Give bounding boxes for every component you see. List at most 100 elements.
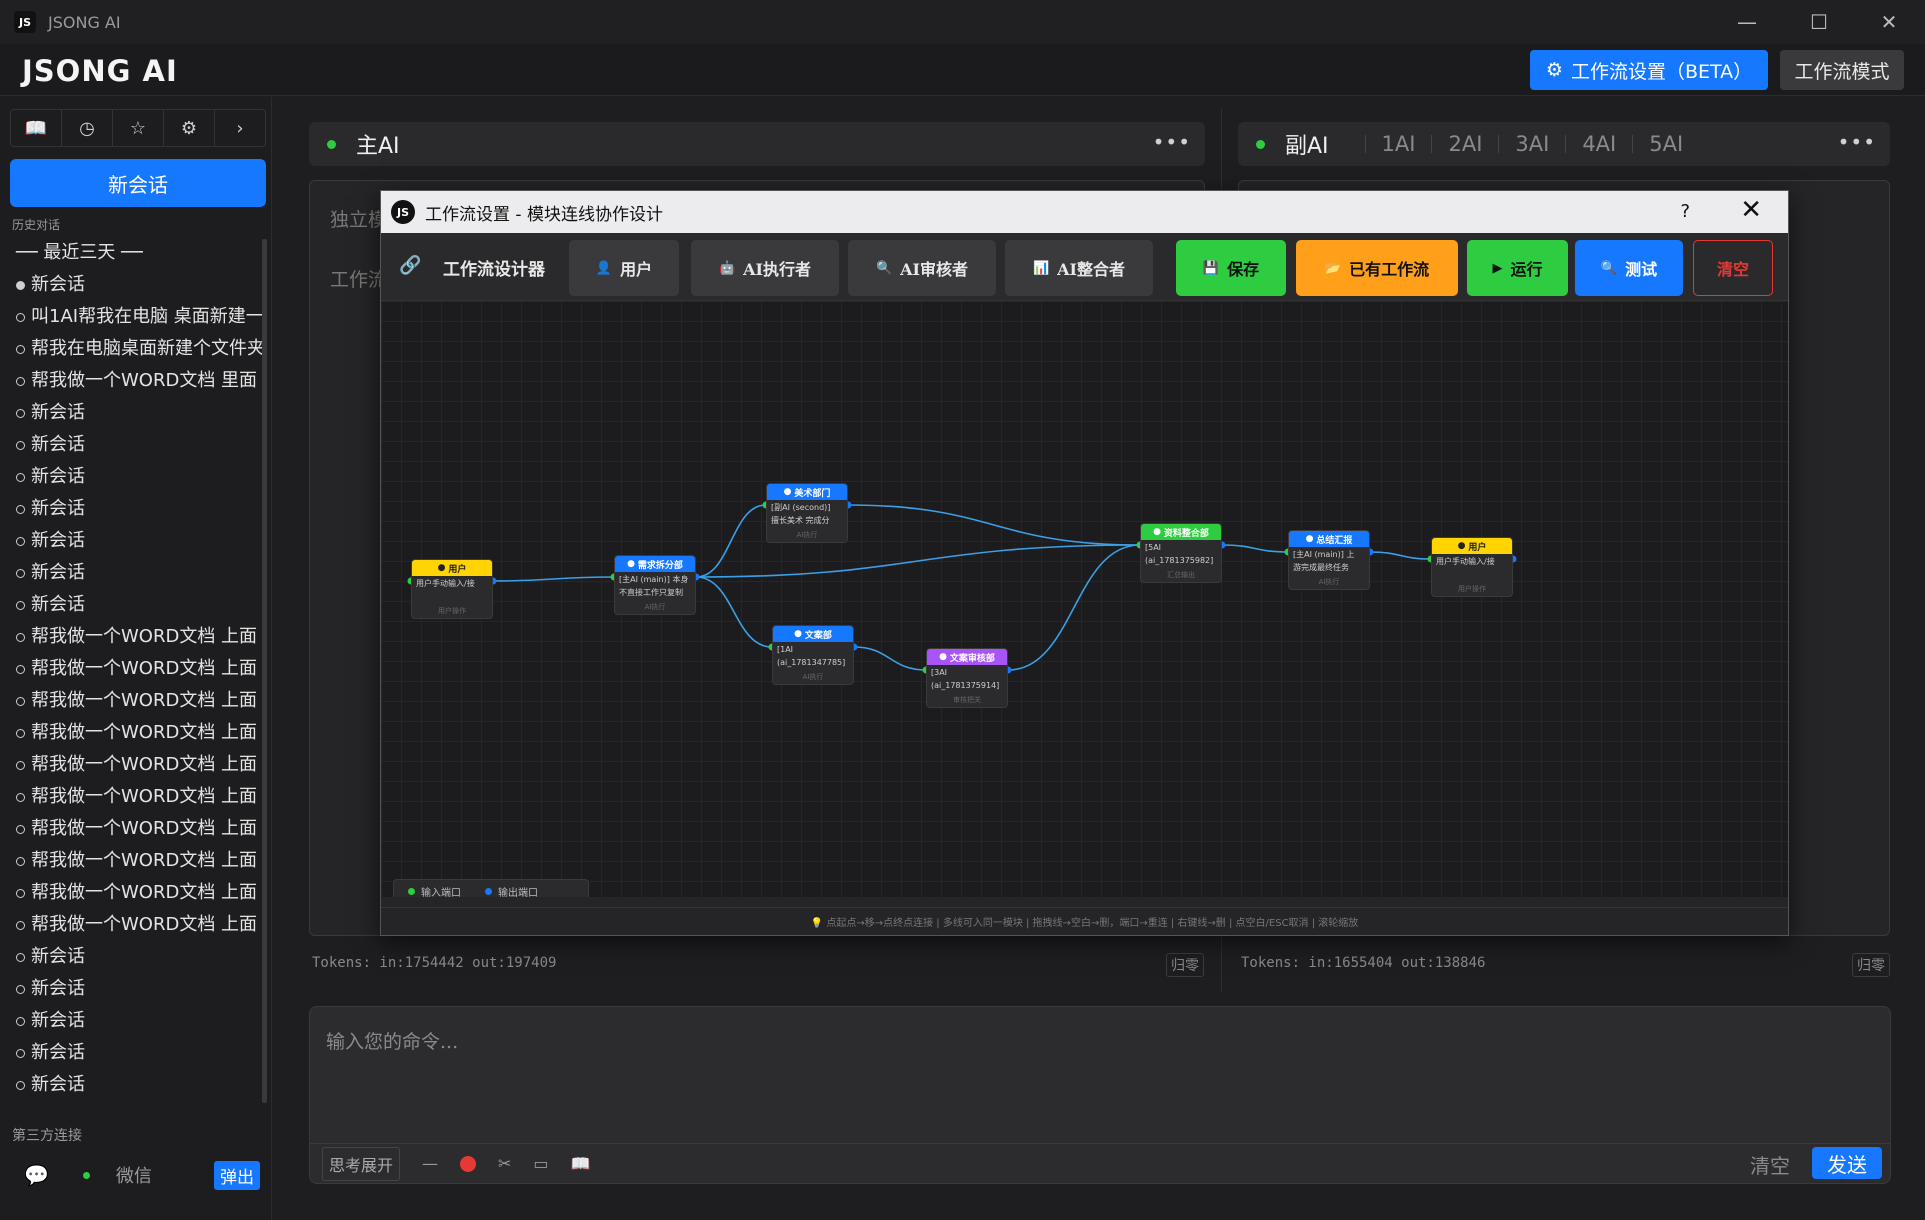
- existing-workflows-button[interactable]: 📂 已有工作流: [1296, 240, 1458, 296]
- workflow-node[interactable]: ● 总结汇报 [主AI (main)] 上游完成最终任务 AI执行: [1288, 530, 1370, 590]
- test-button[interactable]: 🔍 测试: [1575, 240, 1683, 296]
- status-dot: [1256, 139, 1265, 149]
- connection-line[interactable]: [492, 576, 615, 582]
- workflow-node[interactable]: ● 文案审核部 [3AI (ai_1781375914] 审核把关: [926, 648, 1008, 708]
- history-item[interactable]: 新会话: [10, 1037, 262, 1069]
- history-item[interactable]: 帮我做一个WORD文档 上面: [10, 749, 262, 781]
- link-icon: 🔗: [399, 255, 422, 276]
- history-item[interactable]: 帮我做一个WORD文档 上面: [10, 877, 262, 909]
- clear-canvas-button[interactable]: 清空: [1693, 240, 1773, 296]
- connection-line[interactable]: [1369, 551, 1432, 560]
- connection-line[interactable]: [695, 576, 773, 648]
- workflow-node[interactable]: ● 需求拆分部 [主AI (main)] 本身 不直接工作只复制 AI执行: [614, 555, 696, 615]
- add-reviewer-button[interactable]: 🔍 AI审核者: [848, 240, 996, 296]
- more-icon[interactable]: •••: [1838, 130, 1876, 154]
- record-icon[interactable]: [460, 1155, 477, 1172]
- command-input[interactable]: 输入您的命令...: [326, 1027, 458, 1054]
- history-item[interactable]: 新会话: [10, 461, 262, 493]
- popout-button[interactable]: 弹出: [214, 1160, 260, 1190]
- history-item[interactable]: 帮我做一个WORD文档 上面: [10, 653, 262, 685]
- star-icon[interactable]: ☆: [113, 110, 164, 146]
- node-body-2: [1432, 569, 1512, 571]
- add-integrator-button[interactable]: 📊 AI整合者: [1005, 240, 1153, 296]
- history-scrollbar[interactable]: [262, 239, 267, 1103]
- book-icon[interactable]: 📖: [571, 1154, 591, 1173]
- history-item[interactable]: 叫1AI帮我在电脑 桌面新建一: [10, 301, 262, 333]
- history-item-label: 新会话: [31, 562, 85, 583]
- book-icon[interactable]: 📖: [11, 110, 62, 146]
- history-item[interactable]: 帮我做一个WORD文档 上面: [10, 717, 262, 749]
- sub-ai-reset-button[interactable]: 归零: [1852, 953, 1890, 977]
- history-item[interactable]: 帮我做一个WORD文档 里面: [10, 365, 262, 397]
- save-button[interactable]: 💾 保存: [1176, 240, 1286, 296]
- connection-line[interactable]: [847, 504, 1141, 546]
- node-body: [主AI (main)] 上: [1293, 550, 1355, 559]
- tab-2ai[interactable]: 2AI: [1448, 132, 1482, 156]
- clear-input-button[interactable]: 清空: [1750, 1150, 1790, 1179]
- history-item[interactable]: 帮我做一个WORD文档 上面: [10, 621, 262, 653]
- command-input-box[interactable]: 输入您的命令... 思考展开 — ✂ ▭ 📖 清空 发送: [309, 1006, 1891, 1184]
- tab-3ai[interactable]: 3AI: [1515, 132, 1549, 156]
- history-item-label: 新会话: [31, 1074, 85, 1095]
- send-button[interactable]: 发送: [1812, 1147, 1882, 1179]
- history-item[interactable]: 新会话: [10, 1069, 262, 1101]
- add-executor-button[interactable]: 🤖 AI执行者: [691, 240, 839, 296]
- workflow-settings-button[interactable]: ⚙ 工作流设置（BETA）: [1530, 50, 1768, 90]
- history-item[interactable]: 新会话: [10, 1005, 262, 1037]
- history-item[interactable]: 帮我做一个WORD文档 上面: [10, 813, 262, 845]
- circle-icon: [16, 696, 25, 706]
- dialog-close-icon[interactable]: ✕: [1740, 195, 1762, 225]
- connection-line[interactable]: [695, 504, 767, 578]
- connection-line[interactable]: [695, 544, 1141, 578]
- connection-line[interactable]: [1221, 544, 1289, 553]
- history-item[interactable]: 帮我在电脑桌面新建个文件夹: [10, 333, 262, 365]
- workflow-node[interactable]: ● 用户 用户手动输入/接 用户操作: [411, 559, 493, 619]
- history-item[interactable]: 新会话: [10, 397, 262, 429]
- workflow-node[interactable]: ● 美术部门 [副AI (second)] 擅长美术 完成分 AI执行: [766, 483, 848, 543]
- connection-line[interactable]: [853, 646, 927, 671]
- think-expand-button[interactable]: 思考展开: [322, 1146, 401, 1181]
- close-icon[interactable]: ✕: [1854, 0, 1924, 44]
- maximize-icon[interactable]: ☐: [1784, 0, 1854, 44]
- history-item[interactable]: 新会话: [10, 557, 262, 589]
- history-item[interactable]: 新会话: [10, 589, 262, 621]
- tab-4ai[interactable]: 4AI: [1582, 132, 1616, 156]
- new-chat-button[interactable]: 新会话: [10, 159, 266, 207]
- more-icon[interactable]: •••: [1153, 130, 1191, 154]
- workflow-canvas[interactable]: ● 用户 用户手动输入/接 用户操作 ● 需求拆分部 [主AI (main)] 本身 不直接工…: [381, 301, 1788, 897]
- workflow-node[interactable]: ● 资料整合部 [5AI (ai_1781375982] 汇总输出: [1140, 523, 1222, 583]
- help-button[interactable]: ?: [1680, 201, 1690, 222]
- history-item[interactable]: 新会话: [10, 269, 262, 301]
- history-item[interactable]: 帮我做一个WORD文档 上面: [10, 781, 262, 813]
- gear-icon[interactable]: ⚙: [164, 110, 215, 146]
- node-header: ● 资料整合部: [1141, 524, 1221, 540]
- connection-line[interactable]: [1007, 544, 1141, 671]
- run-button[interactable]: ▶ 运行: [1467, 240, 1568, 296]
- workflow-node[interactable]: ● 用户 用户手动输入/接 用户操作: [1431, 537, 1513, 597]
- history-item[interactable]: 新会话: [10, 525, 262, 557]
- history-item[interactable]: 帮我做一个WORD文档 上面: [10, 909, 262, 941]
- history-item[interactable]: 帮我做一个WORD文档 上面: [10, 685, 262, 717]
- history-item[interactable]: 新会话: [10, 493, 262, 525]
- history-item[interactable]: 新会话: [10, 429, 262, 461]
- tab-1ai[interactable]: 1AI: [1382, 132, 1416, 156]
- sub-ai-tabs: 1AI 2AI 3AI 4AI 5AI: [1349, 132, 1683, 156]
- history-item[interactable]: 新会话: [10, 941, 262, 973]
- main-ai-reset-button[interactable]: 归零: [1166, 953, 1204, 977]
- clock-icon[interactable]: ◷: [62, 110, 113, 146]
- node-title: 文案部: [804, 630, 832, 641]
- minimize-icon[interactable]: —: [1712, 0, 1782, 44]
- history-item[interactable]: 新会话: [10, 973, 262, 1005]
- workflow-mode-button[interactable]: 工作流模式: [1780, 50, 1904, 90]
- add-user-button[interactable]: 👤 用户: [569, 240, 679, 296]
- minus-icon[interactable]: —: [422, 1154, 438, 1173]
- gear-icon: ⚙: [1545, 59, 1563, 81]
- chevron-right-icon[interactable]: ›: [215, 110, 265, 146]
- history-item[interactable]: 帮我做一个WORD文档 上面: [10, 845, 262, 877]
- node-icon: ●: [939, 652, 947, 662]
- workflow-node[interactable]: ● 文案部 [1AI (ai_1781347785] AI执行: [772, 625, 854, 685]
- scissors-icon[interactable]: ✂: [498, 1154, 511, 1173]
- tab-5ai[interactable]: 5AI: [1649, 132, 1683, 156]
- window-titlebar: JS JSONG AI — ☐ ✕: [0, 0, 1925, 44]
- folder-icon[interactable]: ▭: [533, 1154, 548, 1173]
